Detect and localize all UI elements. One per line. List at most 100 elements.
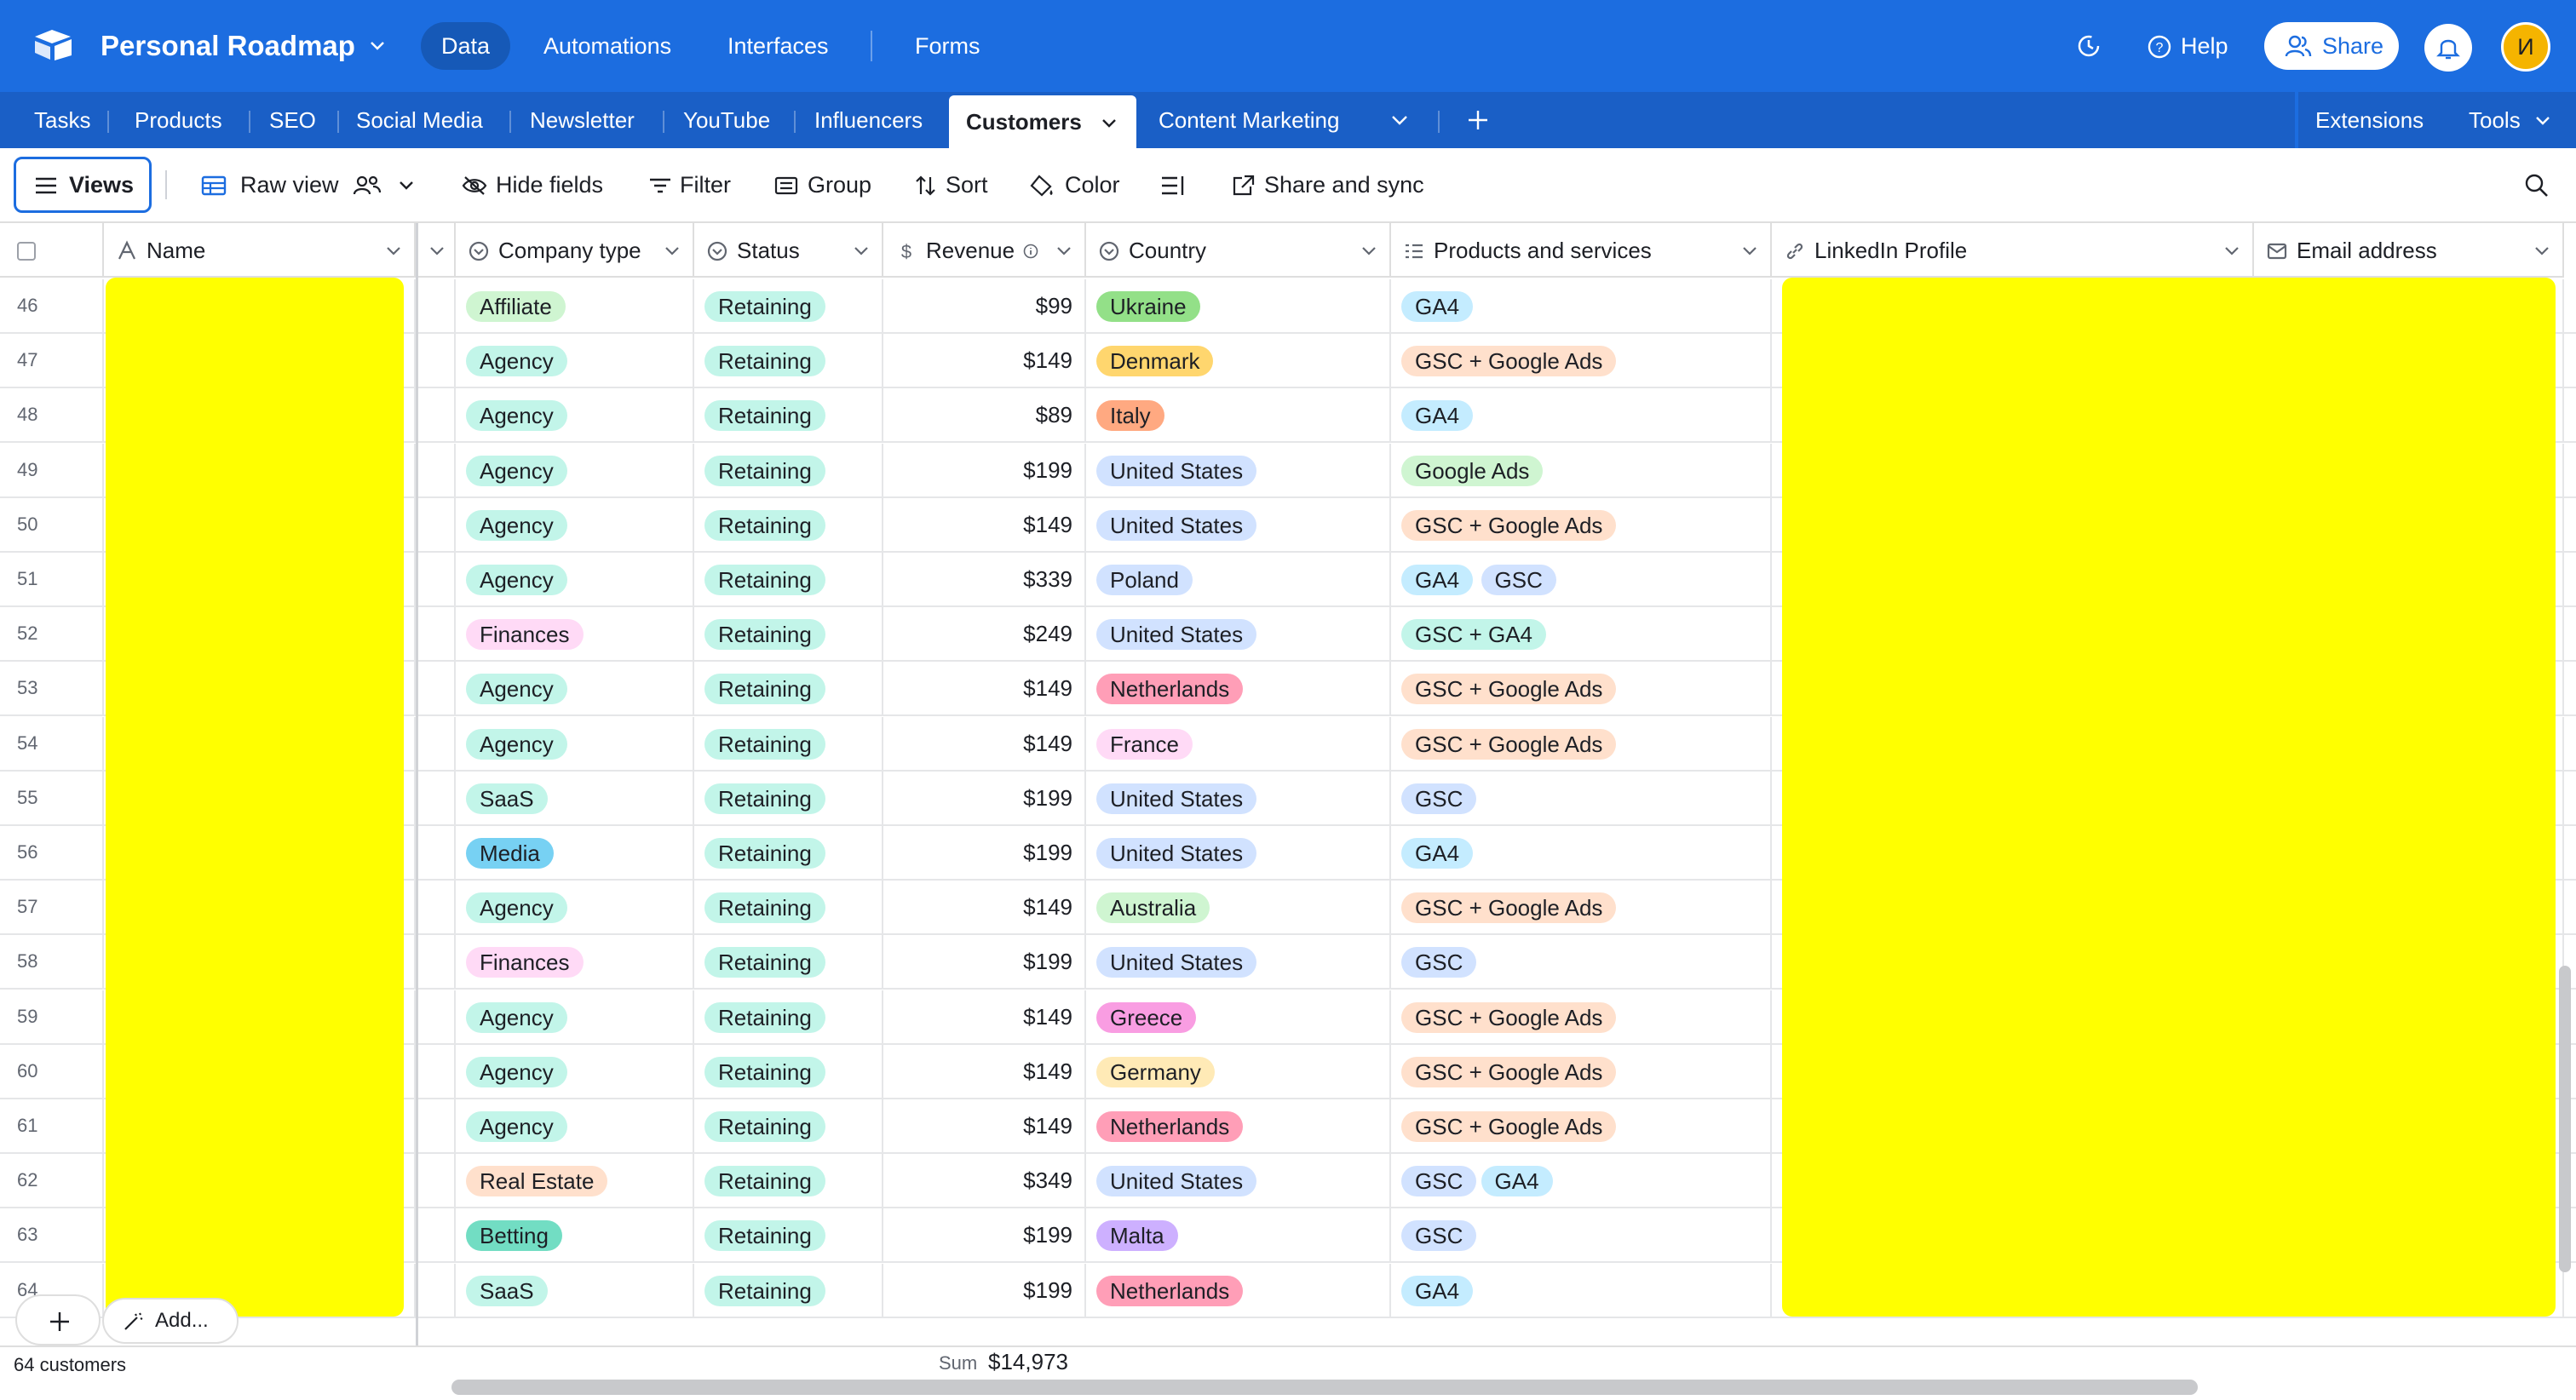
tab-newsletter[interactable]: Newsletter [513, 92, 652, 148]
hidden-column-cell[interactable] [418, 935, 456, 989]
revenue-cell[interactable]: $149 [883, 662, 1086, 715]
company-type-cell[interactable]: Media [456, 826, 694, 879]
chevron-down-icon[interactable] [385, 244, 402, 259]
chevron-down-icon[interactable] [2223, 244, 2240, 259]
revenue-cell[interactable]: $249 [883, 607, 1086, 661]
country-cell[interactable]: Denmark [1086, 334, 1391, 387]
country-cell[interactable]: United States [1086, 826, 1391, 879]
hidden-column-cell[interactable] [418, 497, 456, 551]
chevron-down-icon[interactable] [368, 36, 387, 55]
filter-button[interactable]: Filter [647, 165, 731, 204]
tab-youtube[interactable]: YouTube [666, 92, 787, 148]
revenue-cell[interactable]: $149 [883, 497, 1086, 551]
status-cell[interactable]: Retaining [694, 388, 883, 442]
country-cell[interactable]: Netherlands [1086, 1099, 1391, 1152]
company-type-cell[interactable]: Finances [456, 935, 694, 989]
hidden-column-cell[interactable] [418, 388, 456, 442]
tab-influencers[interactable]: Influencers [797, 92, 940, 148]
search-icon[interactable] [2523, 172, 2549, 198]
airtable-logo-icon[interactable] [32, 27, 75, 61]
country-cell[interactable]: United States [1086, 443, 1391, 496]
company-type-cell[interactable]: SaaS [456, 771, 694, 824]
status-cell[interactable]: Retaining [694, 990, 883, 1043]
revenue-cell[interactable]: $149 [883, 716, 1086, 770]
revenue-cell[interactable]: $149 [883, 990, 1086, 1043]
products-cell[interactable]: GSC [1391, 935, 1772, 989]
company-type-cell[interactable]: Agency [456, 716, 694, 770]
status-cell[interactable]: Retaining [694, 1263, 883, 1317]
products-cell[interactable]: GA4 [1391, 279, 1772, 332]
country-cell[interactable]: United States [1086, 935, 1391, 989]
country-cell[interactable]: Germany [1086, 1044, 1391, 1098]
hidden-column-cell[interactable] [418, 662, 456, 715]
chevron-down-icon[interactable] [664, 244, 681, 259]
company-type-cell[interactable]: Agency [456, 553, 694, 605]
sort-button[interactable]: Sort [913, 165, 988, 204]
revenue-cell[interactable]: $199 [883, 771, 1086, 824]
revenue-cell[interactable]: $149 [883, 1044, 1086, 1098]
hidden-column-cell[interactable] [418, 553, 456, 605]
country-cell[interactable]: Poland [1086, 553, 1391, 605]
products-cell[interactable]: GSC + Google Ads [1391, 881, 1772, 934]
hidden-column-cell[interactable] [418, 1099, 456, 1152]
company-type-cell[interactable]: Agency [456, 334, 694, 387]
country-cell[interactable]: Malta [1086, 1208, 1391, 1262]
hidden-column-cell[interactable] [418, 826, 456, 879]
revenue-cell[interactable]: $149 [883, 881, 1086, 934]
status-cell[interactable]: Retaining [694, 662, 883, 715]
hidden-column-cell[interactable] [418, 881, 456, 934]
country-cell[interactable]: France [1086, 716, 1391, 770]
country-cell[interactable]: Australia [1086, 881, 1391, 934]
products-cell[interactable]: Google Ads [1391, 443, 1772, 496]
products-cell[interactable]: GSC + Google Ads [1391, 1044, 1772, 1098]
chevron-down-icon[interactable] [1360, 244, 1377, 259]
revenue-cell[interactable]: $99 [883, 279, 1086, 332]
hidden-column-cell[interactable] [418, 334, 456, 387]
products-cell[interactable]: GSC [1391, 771, 1772, 824]
revenue-cell[interactable]: $339 [883, 553, 1086, 605]
tab-content-marketing[interactable]: Content Marketing [1141, 92, 1356, 148]
company-type-cell[interactable]: Affiliate [456, 279, 694, 332]
header-linkedin[interactable]: LinkedIn Profile [1772, 223, 2254, 278]
help-button[interactable]: ? Help [2147, 24, 2228, 68]
company-type-cell[interactable]: Agency [456, 497, 694, 551]
company-type-cell[interactable]: Agency [456, 990, 694, 1043]
nav-interfaces[interactable]: Interfaces [707, 22, 849, 70]
company-type-cell[interactable]: Agency [456, 1099, 694, 1152]
company-type-cell[interactable]: Agency [456, 388, 694, 442]
country-cell[interactable]: Greece [1086, 990, 1391, 1043]
revenue-cell[interactable]: $89 [883, 388, 1086, 442]
country-cell[interactable]: Ukraine [1086, 279, 1391, 332]
company-type-cell[interactable]: Betting [456, 1208, 694, 1262]
products-cell[interactable]: GSC GA4 [1391, 1154, 1772, 1208]
company-type-cell[interactable]: Agency [456, 662, 694, 715]
horizontal-scrollbar[interactable] [451, 1380, 2198, 1395]
products-cell[interactable]: GA4 [1391, 1263, 1772, 1317]
revenue-cell[interactable]: $149 [883, 1099, 1086, 1152]
country-cell[interactable]: United States [1086, 497, 1391, 551]
select-all-checkbox[interactable] [17, 242, 36, 261]
country-cell[interactable]: Italy [1086, 388, 1391, 442]
hidden-column-cell[interactable] [418, 1154, 456, 1208]
country-cell[interactable]: Netherlands [1086, 662, 1391, 715]
vertical-scrollbar[interactable] [2559, 966, 2571, 1272]
country-cell[interactable]: Netherlands [1086, 1263, 1391, 1317]
tools-button[interactable]: Tools [2452, 92, 2568, 148]
status-cell[interactable]: Retaining [694, 935, 883, 989]
header-country[interactable]: Country [1086, 223, 1391, 278]
status-cell[interactable]: Retaining [694, 1099, 883, 1152]
status-cell[interactable]: Retaining [694, 553, 883, 605]
hidden-column-cell[interactable] [418, 279, 456, 332]
chevron-down-icon[interactable] [853, 244, 870, 259]
tab-social-media[interactable]: Social Media [339, 92, 500, 148]
status-cell[interactable]: Retaining [694, 826, 883, 879]
status-cell[interactable]: Retaining [694, 1154, 883, 1208]
tab-customers[interactable]: Customers [949, 95, 1136, 148]
extensions-button[interactable]: Extensions [2298, 92, 2441, 148]
country-cell[interactable]: United States [1086, 607, 1391, 661]
hidden-column-cell[interactable] [418, 607, 456, 661]
country-cell[interactable]: United States [1086, 1154, 1391, 1208]
chevron-down-icon[interactable] [1101, 114, 1118, 131]
chevron-down-icon[interactable] [397, 177, 416, 194]
summary-label[interactable]: Sum [939, 1352, 977, 1374]
